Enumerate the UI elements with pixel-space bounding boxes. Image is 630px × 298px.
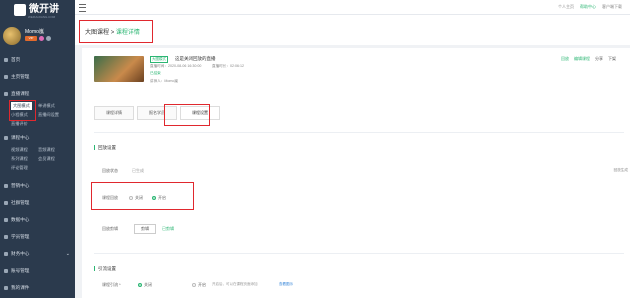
student-icon — [4, 235, 8, 239]
replay-button[interactable]: 回放 — [561, 56, 569, 62]
sidebar-item-label: 我的课件 — [11, 285, 30, 290]
replay-generate-link[interactable]: 回放生成 — [614, 168, 628, 173]
sidebar-item-label: 课程中心 — [11, 135, 30, 140]
radio-label: 开启 — [198, 282, 206, 287]
sidebar-item-students[interactable]: 学员管理 — [0, 232, 75, 242]
top-links: 个人主页 帮助中心 客户端下载 — [558, 4, 622, 10]
sidebar-item-label: 账号管理 — [11, 268, 30, 273]
replay-status-label: 回放状态 — [102, 168, 118, 173]
sidebar-item-coursewares[interactable]: 我的课件 — [0, 283, 75, 293]
vip-badge: VIP — [25, 36, 37, 41]
diamond-icon — [39, 36, 44, 41]
replay-status-value: 已生成 — [132, 168, 144, 173]
sidebar-subitem-single[interactable]: 单讲模式 — [38, 103, 55, 109]
main-panel: 大图模式 这是关闭回放的直播 直播时间：2020-08-06 16:30:00 … — [82, 48, 630, 298]
course-mode-tag: 大图模式 — [150, 56, 168, 63]
unpublish-button[interactable]: 下架 — [608, 56, 616, 62]
sidebar-item-label: 学员管理 — [11, 234, 30, 239]
sidebar-item-label: 社群管理 — [11, 200, 30, 205]
guide-view-link[interactable]: 查看图示 — [279, 282, 293, 287]
guide-section-title: 引流设置 — [94, 266, 116, 271]
course-lecturer: 讲师人：Momo嵐 — [150, 79, 178, 83]
replay-edit-label: 回放剪辑 — [102, 226, 118, 231]
divider — [94, 132, 624, 133]
avatar[interactable] — [3, 27, 21, 45]
guide-hint: 开启后，可以在课程页面添加 — [212, 282, 258, 286]
sidebar-item-marketing[interactable]: 营销中心 — [0, 181, 75, 191]
sidebar-item-label: 数据中心 — [11, 217, 30, 222]
sidebar-subitem-series[interactable]: 系列课程 — [11, 156, 28, 162]
folder-icon — [4, 286, 8, 290]
highlight-box — [9, 100, 36, 121]
sidebar-item-label: 主页管理 — [11, 74, 30, 79]
group-icon — [4, 201, 8, 205]
sidebar-item-home[interactable]: 首页 — [0, 55, 75, 65]
course-title: 这是关闭回放的直播 — [175, 56, 216, 61]
top-link-download[interactable]: 客户端下载 — [602, 4, 622, 10]
sidebar-item-live[interactable]: 直播课程 — [0, 89, 75, 99]
radio-dot — [138, 283, 142, 287]
book-icon — [4, 136, 8, 140]
sidebar-item-data[interactable]: 数据中心 — [0, 215, 75, 225]
course-start-time: 直播时间：2020-08-06 16:30:00 — [150, 64, 202, 68]
guide-on-radio[interactable]: 开启 — [192, 282, 206, 288]
logo-icon — [14, 4, 26, 16]
sidebar-item-label: 直播课程 — [11, 91, 30, 96]
course-thumbnail — [94, 56, 144, 82]
top-bar: 个人主页 帮助中心 客户端下载 — [75, 0, 630, 15]
sidebar-item-account[interactable]: 账号管理 — [0, 266, 75, 276]
live-icon — [4, 92, 8, 96]
share-button[interactable]: 分享 — [595, 56, 603, 62]
highlight-box — [164, 104, 210, 126]
sidebar-item-homepage[interactable]: 主页管理 — [0, 72, 75, 82]
menu-icon[interactable] — [79, 4, 86, 12]
sidebar-subitem-member[interactable]: 会员课程 — [38, 156, 55, 162]
replay-section-title: 回放设置 — [94, 145, 116, 150]
edit-course-button[interactable]: 编辑课程 — [574, 56, 590, 62]
wallet-icon — [4, 252, 8, 256]
breadcrumb-bar: 大图课程 > 课程详情 — [75, 15, 630, 45]
highlight-box — [91, 182, 194, 210]
home-icon — [4, 58, 8, 62]
clip-status: 已剪辑 — [162, 226, 174, 231]
sidebar: 微开讲 WEIKAIJIANG.COM Momo嵐 VIP 首页 主页管理 直播… — [0, 0, 75, 298]
top-link-profile[interactable]: 个人主页 — [558, 4, 574, 10]
tab-course-details[interactable]: 课程详情 — [94, 106, 134, 120]
brand-name: 微开讲 — [29, 4, 59, 15]
user-panel: Momo嵐 VIP — [3, 27, 73, 47]
clip-button[interactable]: 剪辑 — [134, 224, 156, 234]
radio-dot — [192, 283, 196, 287]
sidebar-subitem-comments[interactable]: 评论管理 — [11, 165, 28, 171]
user-name: Momo嵐 — [25, 29, 44, 35]
course-duration: 直播时长：02:06:12 — [212, 64, 244, 68]
guide-label: 课程引流 * — [102, 282, 121, 287]
sidebar-item-community[interactable]: 社群管理 — [0, 198, 75, 208]
page-icon — [4, 75, 8, 79]
megaphone-icon — [4, 184, 8, 188]
sidebar-subitem-room-settings[interactable]: 直播间设置 — [38, 112, 59, 118]
top-link-help[interactable]: 帮助中心 — [580, 4, 596, 10]
sidebar-item-finance[interactable]: 财务中心 ⌄ — [0, 249, 75, 259]
sidebar-item-label: 营销中心 — [11, 183, 30, 188]
sidebar-item-courses[interactable]: 课程中心 — [0, 133, 75, 143]
guide-off-radio[interactable]: 关闭 — [138, 282, 152, 288]
shield-icon — [46, 36, 51, 41]
divider — [94, 253, 624, 254]
radio-label: 关闭 — [144, 282, 152, 287]
sidebar-subitem-review[interactable]: 直播评价 — [11, 121, 28, 127]
sidebar-item-label: 财务中心 — [11, 251, 30, 256]
sidebar-subitem-audio[interactable]: 音频课程 — [38, 147, 55, 153]
sidebar-subitem-video[interactable]: 视频课程 — [11, 147, 28, 153]
brand-subtitle: WEIKAIJIANG.COM — [28, 15, 56, 19]
highlight-box — [79, 20, 153, 43]
user-icon — [4, 269, 8, 273]
chevron-down-icon: ⌄ — [65, 251, 70, 257]
course-status: 已结束 — [150, 71, 161, 75]
chart-icon — [4, 218, 8, 222]
course-actions: 回放 编辑课程 分享 下架 — [561, 56, 616, 62]
sidebar-item-label: 首页 — [11, 57, 21, 62]
